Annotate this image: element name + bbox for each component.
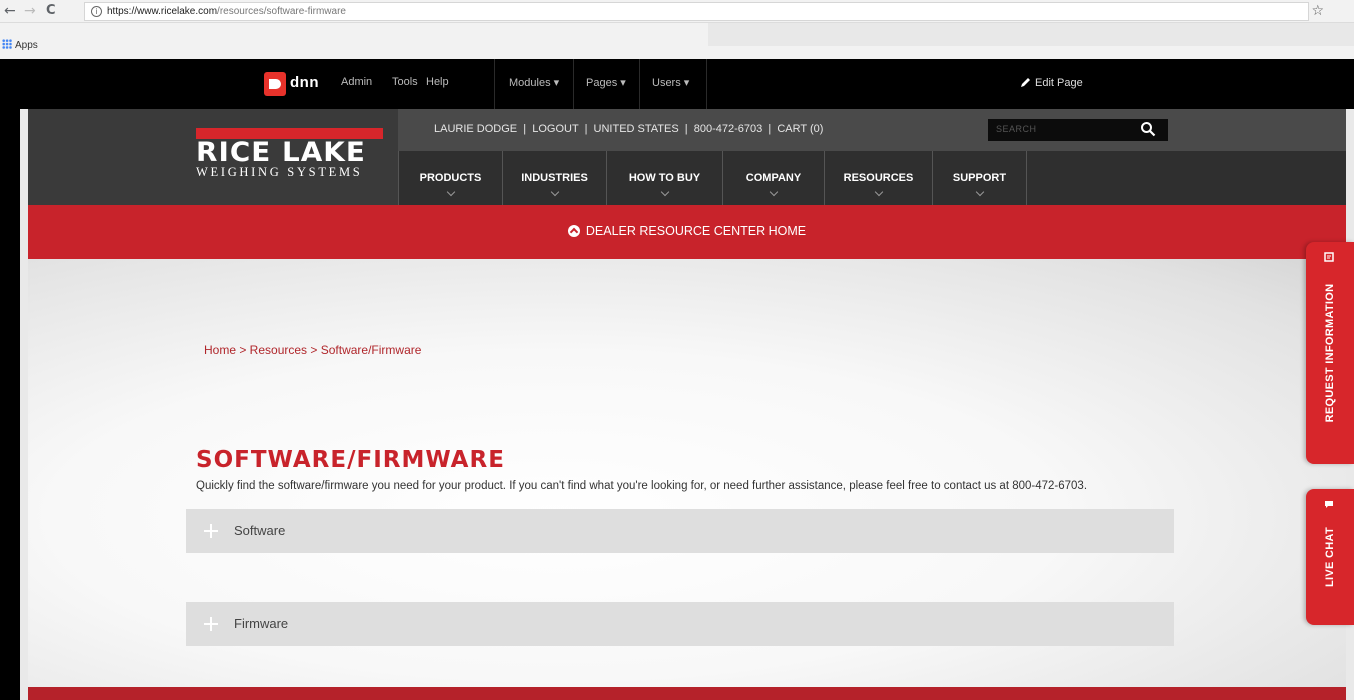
- dealer-resource-label: DEALER RESOURCE CENTER HOME: [585, 224, 807, 238]
- accordion-label: Firmware: [234, 616, 289, 631]
- dnn-divider: [706, 59, 707, 109]
- logo-tagline: WEIGHING SYSTEMS: [196, 165, 363, 179]
- document-icon: [1324, 252, 1334, 262]
- logo-area[interactable]: RICE LAKE WEIGHING SYSTEMS: [28, 109, 398, 205]
- apps-bookmark[interactable]: Apps: [2, 39, 38, 51]
- search-box[interactable]: SEARCH: [988, 119, 1168, 141]
- chevron-down-icon: [446, 187, 455, 197]
- nav-how-to-buy[interactable]: HOW TO BUY: [606, 151, 722, 205]
- utility-bar: LAURIE DODGE | LOGOUT | UNITED STATES | …: [398, 109, 1346, 151]
- chat-bubble-icon: [1325, 501, 1333, 508]
- nav-company[interactable]: COMPANY: [722, 151, 824, 205]
- web-page: dnn Admin Tools Help Modules ▾ Pages ▾ U…: [20, 59, 1354, 700]
- dnn-divider: [494, 59, 495, 109]
- pencil-icon: [1021, 78, 1030, 87]
- forward-button[interactable]: →: [24, 3, 36, 19]
- page-left-edge: [0, 59, 20, 700]
- apps-label: Apps: [15, 40, 38, 51]
- nav-label: INDUSTRIES: [521, 172, 588, 184]
- dnn-logo[interactable]: dnn: [264, 72, 332, 96]
- dnn-users[interactable]: Users ▾: [652, 76, 689, 89]
- plus-icon: [204, 524, 218, 538]
- apps-grid-icon: [2, 39, 12, 49]
- info-icon[interactable]: i: [91, 6, 102, 17]
- site-header: RICE LAKE WEIGHING SYSTEMS LAURIE DODGE …: [28, 109, 1346, 205]
- url-path: /resources/software-firmware: [217, 6, 346, 17]
- nav-label: PRODUCTS: [419, 172, 482, 184]
- dnn-modules[interactable]: Modules ▾: [509, 76, 559, 89]
- dealer-resource-link[interactable]: DEALER RESOURCE CENTER HOME: [28, 224, 1346, 238]
- page-title: SOFTWARE/FIRMWARE: [196, 447, 505, 473]
- dnn-help[interactable]: Help: [426, 76, 449, 88]
- chevron-down-icon: [975, 187, 984, 197]
- live-chat-tab[interactable]: LIVE CHAT: [1306, 489, 1354, 625]
- request-information-tab[interactable]: REQUEST INFORMATION: [1306, 242, 1354, 464]
- plus-icon: [204, 617, 218, 631]
- nav-label: HOW TO BUY: [628, 172, 701, 184]
- bookmarks-shade: [708, 23, 1354, 46]
- url-host: https://www.ricelake.com: [107, 6, 218, 17]
- back-button[interactable]: ←: [4, 3, 16, 19]
- reload-button[interactable]: C: [46, 3, 56, 19]
- nav-resources[interactable]: RESOURCES: [824, 151, 932, 205]
- edit-page-label: Edit Page: [1035, 77, 1083, 89]
- dnn-pages[interactable]: Pages ▾: [586, 76, 626, 89]
- live-chat-label: LIVE CHAT: [1324, 527, 1336, 587]
- accordion-label: Software: [234, 523, 286, 538]
- breadcrumb[interactable]: Home > Resources > Software/Firmware: [204, 343, 421, 357]
- nav-label: SUPPORT: [952, 172, 1007, 184]
- logo-wordmark: RICE LAKE: [196, 137, 366, 168]
- bookmark-star-icon[interactable]: ☆: [1311, 3, 1324, 19]
- bookmarks-bar: Apps: [0, 23, 1354, 59]
- chevron-down-icon: [874, 187, 883, 197]
- intro-text: Quickly find the software/firmware you n…: [196, 480, 1088, 492]
- nav-label: COMPANY: [745, 172, 802, 184]
- main-nav: PRODUCTS INDUSTRIES HOW TO BUY COMPANY R…: [398, 151, 1346, 205]
- circle-arrow-icon: [567, 225, 580, 237]
- dnn-logo-mark-icon: [264, 72, 286, 96]
- address-bar: ← → C i https://www.ricelake.com/resourc…: [0, 0, 1354, 23]
- url-field[interactable]: i https://www.ricelake.com/resources/sof…: [84, 2, 1309, 21]
- footer-band: [28, 687, 1346, 700]
- nav-divider: [1026, 151, 1027, 205]
- request-information-label: REQUEST INFORMATION: [1324, 283, 1336, 423]
- dealer-resource-banner: DEALER RESOURCE CENTER HOME: [28, 205, 1346, 259]
- dnn-admin[interactable]: Admin: [341, 76, 372, 88]
- chevron-down-icon: [660, 187, 669, 197]
- nav-support[interactable]: SUPPORT: [932, 151, 1026, 205]
- nav-label: RESOURCES: [843, 172, 914, 184]
- dnn-control-bar: dnn Admin Tools Help Modules ▾ Pages ▾ U…: [20, 59, 1354, 109]
- browser-window: ← → C i https://www.ricelake.com/resourc…: [0, 0, 1354, 700]
- edit-page-button[interactable]: Edit Page: [1020, 76, 1083, 89]
- dnn-logo-text: dnn: [290, 74, 319, 91]
- dnn-divider: [573, 59, 574, 109]
- dnn-divider: [639, 59, 640, 109]
- chevron-down-icon: [550, 187, 559, 197]
- main-content: Home > Resources > Software/Firmware SOF…: [28, 259, 1346, 687]
- chevron-down-icon: [769, 187, 778, 197]
- nav-products[interactable]: PRODUCTS: [398, 151, 502, 205]
- accordion-software[interactable]: Software: [186, 509, 1174, 553]
- accordion-firmware[interactable]: Firmware: [186, 602, 1174, 646]
- utility-links[interactable]: LAURIE DODGE | LOGOUT | UNITED STATES | …: [434, 123, 823, 135]
- search-input[interactable]: SEARCH: [996, 124, 1037, 134]
- search-icon[interactable]: [1140, 121, 1156, 137]
- dnn-tools[interactable]: Tools: [392, 76, 418, 88]
- nav-industries[interactable]: INDUSTRIES: [502, 151, 606, 205]
